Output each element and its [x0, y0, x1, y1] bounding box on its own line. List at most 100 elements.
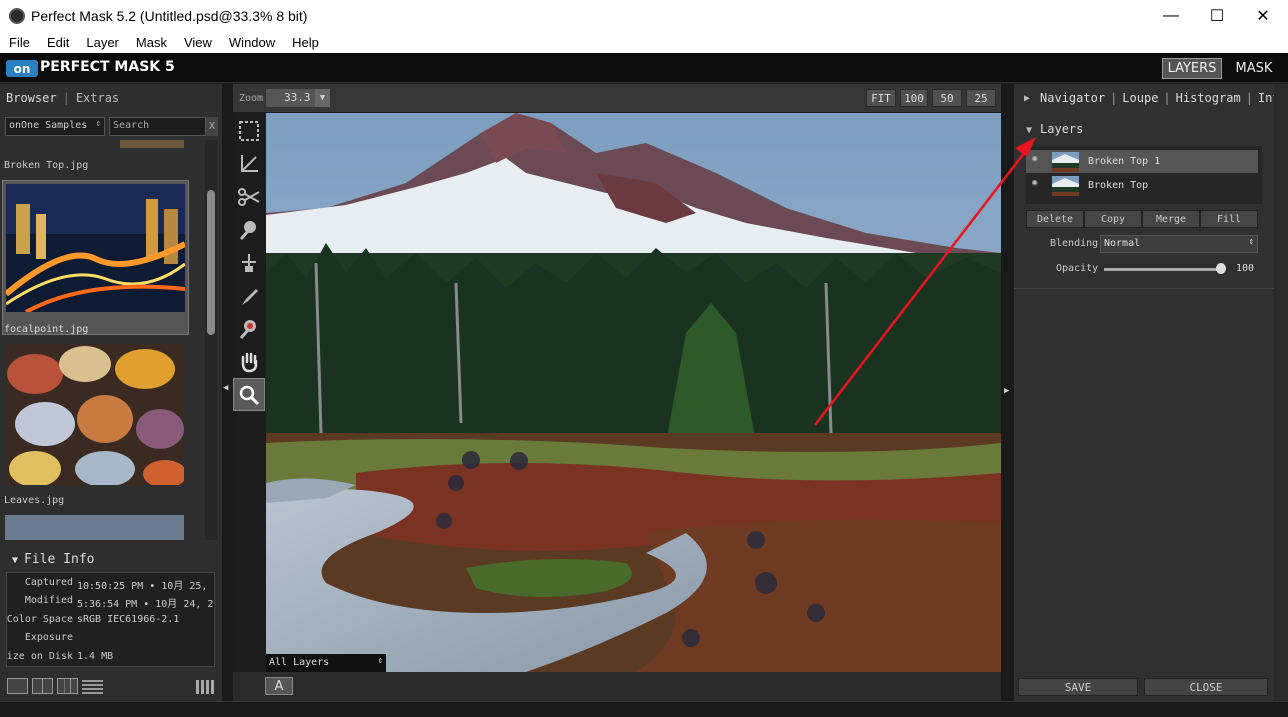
thumbnail-label: Broken Top.jpg [4, 160, 89, 171]
layer-list: ◉ Broken Top 1 ◉ Broken Top [1026, 146, 1262, 204]
scrollbar-thumb[interactable] [207, 190, 215, 335]
collapse-left-arrow-icon[interactable]: ◀ [223, 383, 228, 393]
bottom-strip [0, 701, 1288, 717]
updown-icon: ⇕ [95, 119, 101, 129]
layer-name: Broken Top 1 [1088, 156, 1161, 167]
tab-separator: | [62, 91, 70, 105]
layers-header[interactable]: ▼ Layers [1026, 122, 1083, 136]
source-select[interactable]: onOne Samples ⇕ [5, 117, 105, 136]
dropper-tool[interactable] [233, 279, 265, 312]
tab-separator: | [1110, 91, 1118, 105]
tab-histogram[interactable]: Histogram [1176, 91, 1241, 105]
crop-tool[interactable] [233, 147, 265, 180]
tab-extras[interactable]: Extras [76, 91, 119, 105]
zoom-100-button[interactable]: 100 [900, 89, 928, 107]
maximize-button[interactable]: ☐ [1194, 0, 1240, 31]
zoom-dropdown-icon[interactable]: ▼ [315, 89, 330, 107]
zoom-tool[interactable] [233, 378, 265, 411]
right-scrollbar[interactable] [1274, 84, 1288, 701]
hand-tool[interactable] [233, 345, 265, 378]
thumbnail-partial-bottom[interactable] [5, 515, 184, 540]
layer-buttons: Delete Copy Merge Fill [1026, 210, 1258, 228]
list-view-icon[interactable] [82, 678, 103, 694]
menu-layer[interactable]: Layer [77, 35, 127, 50]
title-bar: Perfect Mask 5.2 (Untitled.psd@33.3% 8 b… [0, 0, 1288, 31]
thumbnail-partial[interactable] [120, 140, 184, 148]
scissors-icon [238, 187, 260, 206]
file-info-row: Color Space sRGB IEC61966-2.1 [7, 614, 214, 632]
merge-layer-button[interactable]: Merge [1142, 210, 1200, 228]
copy-layer-button[interactable]: Copy [1084, 210, 1142, 228]
filter-row: onOne Samples ⇕ Search X [5, 117, 218, 136]
layer-thumbnail [1052, 152, 1079, 172]
two-column-view-icon[interactable] [32, 678, 53, 694]
layers-view-value: All Layers [269, 657, 330, 668]
collapse-triangle-icon: ▼ [12, 555, 19, 566]
zoom-25-button[interactable]: 25 [966, 89, 996, 107]
close-window-button[interactable]: ✕ [1240, 0, 1286, 31]
before-after-button[interactable]: A [265, 677, 293, 695]
chisel-tool[interactable] [233, 312, 265, 345]
magnifier-icon [239, 385, 260, 405]
zoom-fit-button[interactable]: FIT [866, 89, 896, 107]
file-info-title: File Info [24, 552, 95, 567]
menu-mask[interactable]: Mask [127, 35, 175, 50]
save-button[interactable]: SAVE [1018, 678, 1138, 696]
cut-tool[interactable] [233, 180, 265, 213]
pen-icon [242, 253, 256, 272]
file-info-box: Captured 10:50:25 PM • 10月 25, Modified 5:… [6, 572, 215, 667]
eye-icon[interactable]: ◉ [1032, 154, 1037, 164]
image-canvas[interactable] [266, 113, 1001, 672]
delete-layer-button[interactable]: Delete [1026, 210, 1084, 228]
browser-scrollbar[interactable] [205, 140, 217, 540]
menu-help[interactable]: Help [283, 35, 327, 50]
opacity-slider-handle[interactable] [1216, 263, 1226, 274]
leaves-thumbnail[interactable] [5, 344, 184, 485]
chisel-icon [239, 319, 256, 339]
expand-triangle-icon[interactable]: ▶ [1024, 93, 1030, 104]
menu-file[interactable]: File [0, 35, 38, 50]
blending-select[interactable]: Normal ⇕ [1100, 235, 1258, 253]
eyedropper-icon [242, 288, 258, 305]
layers-view-select[interactable]: All Layers ⇕ [266, 654, 386, 672]
file-info-value: 1.4 MB [77, 651, 114, 662]
close-button[interactable]: CLOSE [1144, 678, 1268, 696]
minimize-button[interactable]: — [1148, 0, 1194, 31]
tool-palette [233, 114, 265, 411]
zoom-50-button[interactable]: 50 [932, 89, 962, 107]
menu-window[interactable]: Window [220, 35, 283, 50]
three-column-view-icon[interactable] [57, 678, 78, 694]
onone-logo: on [6, 60, 38, 77]
layer-row-selected[interactable]: ◉ Broken Top 1 [1026, 150, 1258, 173]
tab-loupe[interactable]: Loupe [1122, 91, 1158, 105]
clear-search-button[interactable]: X [206, 117, 218, 136]
mask-mode-button[interactable]: MASK [1228, 58, 1280, 79]
single-view-icon[interactable] [7, 678, 28, 694]
opacity-slider-track[interactable] [1104, 268, 1224, 271]
menu-edit[interactable]: Edit [38, 35, 77, 50]
menu-view[interactable]: View [175, 35, 220, 50]
thumbnail-item-selected[interactable]: focalpoint.jpg [2, 180, 189, 335]
eye-icon[interactable]: ◉ [1032, 178, 1037, 188]
layer-thumbnail [1052, 176, 1079, 196]
collapse-right-arrow-icon[interactable]: ▶ [1004, 386, 1009, 396]
layer-row[interactable]: ◉ Broken Top [1026, 174, 1258, 197]
file-info-panel: ▼ File Info Captured 10:50:25 PM • 10月 25,… [0, 544, 222, 674]
layers-mode-button[interactable]: LAYERS [1162, 58, 1222, 79]
grid-options-icon[interactable] [196, 680, 216, 694]
zoom-value: 33.3 [284, 91, 311, 104]
blending-value: Normal [1104, 238, 1141, 249]
marquee-tool[interactable] [233, 114, 265, 147]
updown-icon: ⇕ [377, 656, 383, 666]
canvas-area: Zoom 33.3 ▼ FIT 100 50 25 All Layers ⇕ A [233, 84, 1001, 701]
thumbnail-list: Broken Top.jpg focalpoint.jpg Leaves.jpg [0, 140, 205, 540]
fill-layer-button[interactable]: Fill [1200, 210, 1258, 228]
tab-browser[interactable]: Browser [6, 91, 57, 105]
tab-separator: | [1163, 91, 1171, 105]
brush-tool[interactable] [233, 213, 265, 246]
app-icon [9, 7, 25, 24]
search-input[interactable]: Search [109, 117, 206, 136]
file-info-header[interactable]: ▼ File Info [0, 544, 222, 567]
tab-navigator[interactable]: Navigator [1040, 91, 1105, 105]
pen-tool[interactable] [233, 246, 265, 279]
